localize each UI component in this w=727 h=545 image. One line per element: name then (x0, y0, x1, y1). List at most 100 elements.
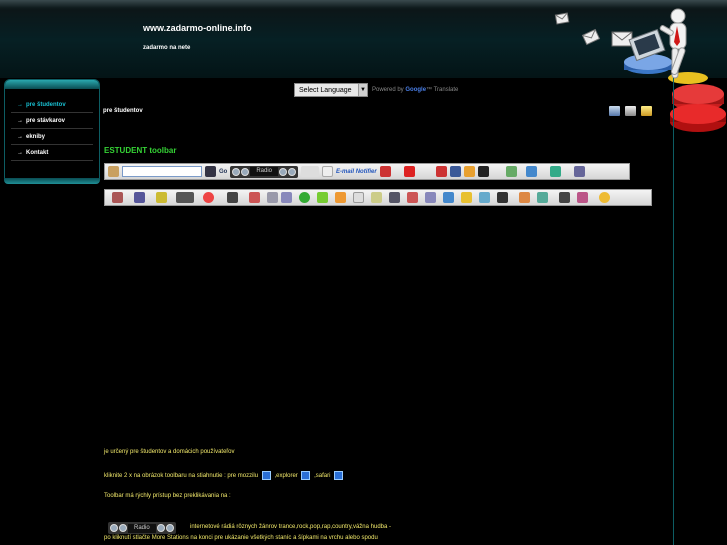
page-title: pre študentov (103, 108, 143, 114)
explorer-text: ,explorer (274, 473, 298, 480)
play-icon (232, 167, 241, 176)
game-icon (463, 166, 475, 177)
cross-icon (335, 192, 346, 203)
calendar-icon (353, 192, 364, 203)
sidebar-item-kontakt[interactable]: → Kontakt (11, 145, 93, 161)
pen-icon (134, 192, 145, 203)
language-select[interactable]: Select Language ▼ (294, 83, 368, 97)
sidebar-item-label: ekniby (26, 134, 46, 140)
email-page-icon[interactable] (609, 106, 620, 116)
sidebar-cap (5, 80, 99, 89)
page-tools (609, 106, 652, 116)
radio-label: Radio (250, 167, 279, 176)
photo-icon (443, 192, 454, 203)
translate-link[interactable]: Translate (434, 87, 459, 93)
sidebar-item-label: pre stávkarov (26, 118, 66, 124)
notes-icon (371, 192, 382, 203)
music-icon (389, 192, 400, 203)
email-envelope-icon (554, 12, 570, 25)
radio-instructions: po kliknutí stlačte More Stations na kon… (104, 535, 378, 541)
explorer-download-icon[interactable] (301, 471, 311, 480)
play-icon (110, 524, 118, 532)
radio-player: Radio (108, 522, 176, 534)
game-controller-icon (249, 192, 260, 203)
bookmark-icon (477, 166, 489, 177)
gift-box-icon (577, 192, 588, 203)
safari-download-icon[interactable] (334, 471, 344, 480)
go-label: Go (219, 168, 228, 175)
powered-by-label: Powered by (372, 87, 404, 93)
joystick-icon (267, 192, 278, 203)
sidebar-item-label: Kontakt (26, 150, 49, 156)
volume-icon (279, 167, 288, 176)
arrow-right-icon: → (17, 134, 23, 140)
gift-icon (435, 166, 447, 177)
puzzle-icon (461, 192, 472, 203)
right-rail (673, 78, 727, 545)
facebook-icon (449, 166, 461, 177)
arrow-right-icon: → (17, 150, 23, 156)
arrow-right-icon: → (17, 118, 23, 124)
toolbar-image-1[interactable]: Go Radio E-mail Notifier (104, 163, 630, 180)
film-icon (559, 192, 570, 203)
language-translator: Select Language ▼ Powered by Google™ Tra… (294, 83, 458, 97)
target-icon (203, 192, 214, 203)
safari-text: ,safari (314, 473, 331, 480)
powered-by-text: Powered by Google™ Translate (372, 87, 458, 93)
globe-icon (549, 166, 561, 177)
mail-icon (322, 166, 334, 177)
section-title: ESTUDENT toolbar (104, 146, 177, 155)
stop-icon (119, 524, 127, 532)
print-icon[interactable] (625, 106, 636, 116)
sidebar-item-pre-stavkarov[interactable]: → pre stávkarov (11, 113, 93, 129)
plus-icon (299, 192, 310, 203)
site-title[interactable]: www.zadarmo-online.info (143, 23, 252, 33)
clock-icon (525, 166, 537, 177)
tv-icon (281, 192, 292, 203)
mute-icon (165, 524, 174, 532)
ticket-icon (537, 192, 548, 203)
folder-icon[interactable] (641, 106, 652, 116)
toolbar-search-input (122, 166, 202, 177)
sidebar-item-label: pre študentov (26, 102, 66, 108)
news-icon (112, 192, 123, 203)
chevron-down-icon: ▼ (358, 84, 367, 96)
settings-icon (573, 166, 585, 177)
tools-icon (407, 192, 418, 203)
video-icon (176, 192, 194, 203)
stop-icon (241, 167, 250, 176)
radio-description: internetové rádiá rôznych žánrov trance,… (190, 524, 391, 530)
download-line: kliknite 2 x na obrázok toolbaru na stia… (104, 471, 345, 480)
radio-label: Radio (128, 523, 156, 533)
movie-icon (227, 192, 238, 203)
screen-icon (519, 192, 530, 203)
trademark-mark: ™ (426, 87, 433, 93)
chat-icon (497, 192, 508, 203)
toolbar-image-2[interactable] (104, 189, 652, 206)
sidebar-item-pre-studentov[interactable]: → pre študentov (11, 97, 93, 113)
description-line: je určený pre študentov a domácich použí… (104, 449, 235, 455)
trophy-icon (156, 192, 167, 203)
sidebar-item-ekniby[interactable]: → ekniby (11, 129, 93, 145)
toolbar-logo-icon (108, 166, 119, 177)
email-envelope-icon (611, 31, 633, 47)
download-text: kliknite 2 x na obrázok toolbaru na stia… (104, 473, 259, 480)
shield-icon (379, 166, 391, 177)
email-envelope-icon (581, 28, 601, 46)
google-logo[interactable]: Google (405, 87, 426, 93)
mute-icon (288, 167, 297, 176)
arrow-right-icon: → (17, 102, 23, 108)
grid-icon (479, 192, 490, 203)
site-subtitle: zadarmo na nete (143, 45, 191, 51)
weather-icon (301, 166, 320, 177)
radio-player: Radio (230, 165, 299, 178)
mozilla-download-icon[interactable] (261, 471, 271, 480)
language-select-label: Select Language (299, 86, 352, 94)
flag-icon (403, 166, 415, 177)
search-dropdown-icon (205, 166, 216, 177)
check-icon (317, 192, 328, 203)
volume-icon (156, 524, 165, 532)
email-notifier-label: E-mail Notifier (336, 168, 377, 175)
sidebar-cap-bottom (4, 178, 100, 184)
eye-icon (425, 192, 436, 203)
